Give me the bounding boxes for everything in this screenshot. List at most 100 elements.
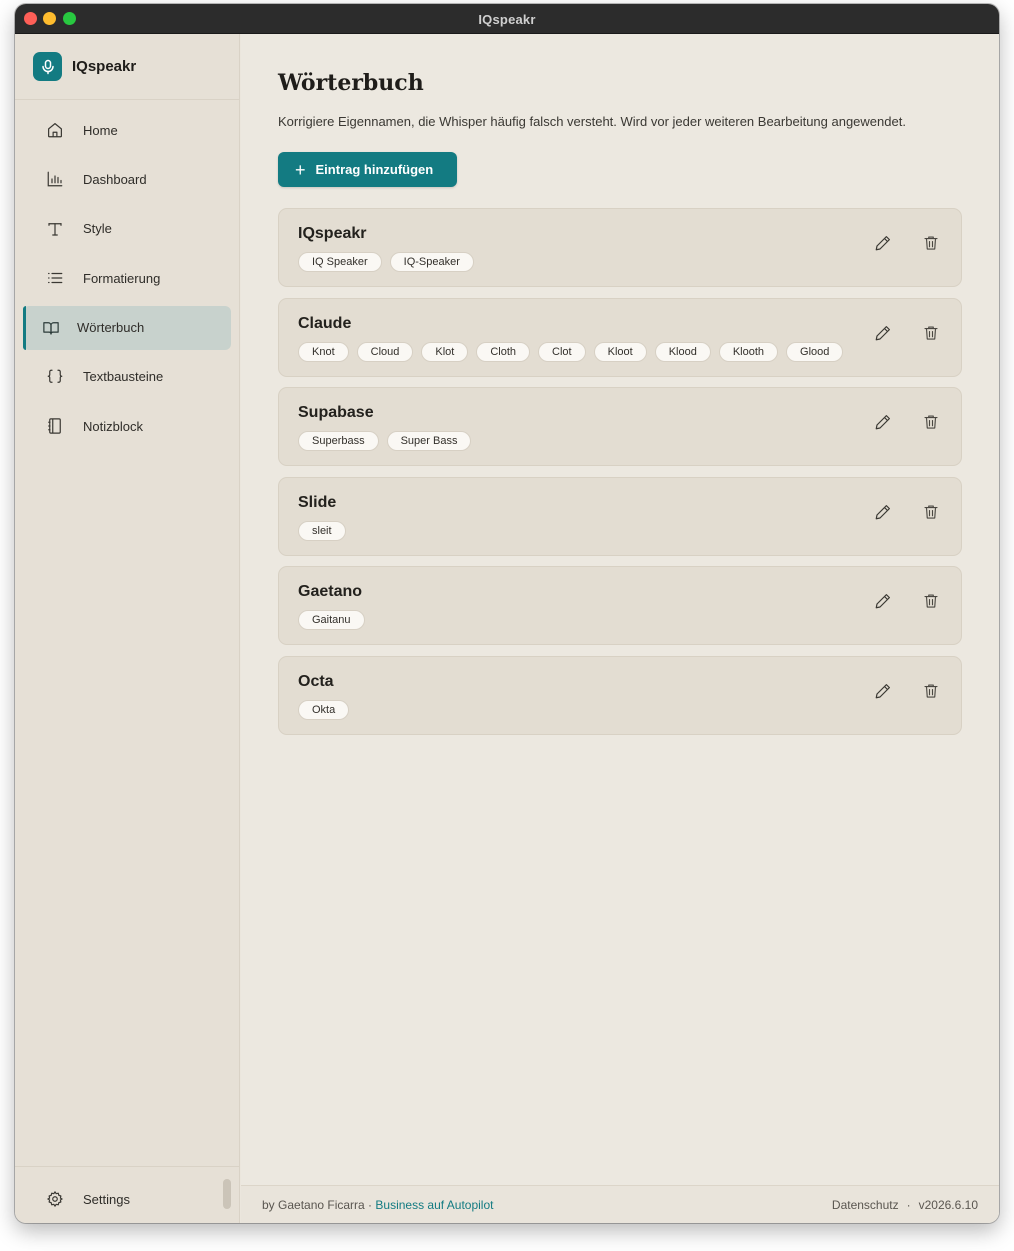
add-entry-label: Eintrag hinzufügen	[315, 162, 434, 177]
page-title: Wörterbuch	[278, 70, 424, 96]
window-title: IQspeakr	[478, 12, 536, 27]
settings-button[interactable]: Settings	[45, 1189, 130, 1209]
app-window: IQspeakr IQspeakr Home Dashboard Style Form…	[15, 4, 999, 1223]
sidebar-item-label: Notizblock	[83, 418, 143, 434]
sidebar-item-label: Formatierung	[83, 270, 161, 286]
page-description: Korrigiere Eigennamen, die Whisper häufi…	[278, 114, 906, 129]
home-icon	[45, 120, 65, 140]
sidebar-item-notizblock[interactable]: Notizblock	[23, 404, 231, 448]
brand-name: IQspeakr	[72, 58, 137, 75]
entry-actions	[873, 323, 941, 343]
sidebar-item-label: Dashboard	[83, 171, 147, 187]
trash-icon[interactable]	[921, 323, 941, 343]
trash-icon[interactable]	[921, 681, 941, 701]
entry-term: Supabase	[298, 404, 374, 421]
entry-actions	[873, 591, 941, 611]
footer-link[interactable]: Business auf Autopilot	[375, 1198, 493, 1212]
variant-chip: Klot	[421, 341, 469, 362]
footer-credits: by Gaetano Ficarra · Business auf Autopi…	[262, 1198, 493, 1212]
pencil-icon[interactable]	[873, 591, 893, 611]
entry-variants: Superbass Super Bass	[298, 431, 472, 451]
variant-chip: IQ Speaker	[298, 252, 382, 272]
entry-term: Octa	[298, 672, 334, 690]
trash-icon[interactable]	[921, 233, 941, 253]
book-icon	[41, 318, 61, 338]
variant-chip: sleit	[298, 520, 346, 541]
sidebar-item-w-rterbuch[interactable]: Wörterbuch	[23, 305, 231, 350]
dictionary-list: IQspeakr IQ Speaker IQ-Speaker Claude Knot Cl…	[278, 208, 962, 745]
plus-icon: +	[295, 159, 306, 180]
entry-actions	[873, 502, 941, 522]
brand-header: IQspeakr	[15, 34, 239, 100]
notebook-icon	[45, 416, 65, 436]
sidebar-item-label: Style	[83, 221, 112, 237]
variant-chip: Glood	[786, 341, 844, 362]
entry-variants: IQ Speaker IQ-Speaker	[298, 252, 474, 272]
sidebar-item-style[interactable]: Style	[23, 207, 231, 251]
footer-author: by Gaetano Ficarra ·	[262, 1198, 376, 1212]
entry-term: Slide	[298, 493, 337, 511]
dictionary-entry: IQspeakr IQ Speaker IQ-Speaker	[278, 208, 962, 287]
sidebar-item-dashboard[interactable]: Dashboard	[23, 157, 231, 201]
sidebar-item-label: Textbausteine	[83, 369, 164, 385]
braces-icon	[45, 367, 65, 387]
text-style-icon	[45, 219, 65, 239]
variant-chip: Cloth	[476, 341, 531, 362]
pencil-icon[interactable]	[873, 412, 893, 432]
sidebar-scrollbar[interactable]	[223, 1179, 231, 1209]
variant-chip: Superbass	[298, 431, 379, 451]
variant-chip: Super Bass	[386, 431, 472, 451]
sidebar-item-label: Home	[83, 122, 118, 138]
entry-actions	[873, 233, 941, 253]
main-content: Wörterbuch Korrigiere Eigennamen, die Wh…	[241, 34, 999, 1223]
sidebar: IQspeakr Home Dashboard Style Formatierung W…	[15, 34, 240, 1223]
dictionary-entry: Claude Knot Cloud Klot Cloth Clot Kloot Klood Kl…	[278, 297, 962, 377]
pencil-icon[interactable]	[873, 323, 893, 343]
entry-term: IQspeakr	[298, 225, 367, 242]
variant-chip: Gaitanu	[298, 610, 365, 630]
variant-chip: Klooth	[718, 341, 779, 362]
entry-variants: sleit	[298, 520, 346, 541]
sidebar-item-label: Wörterbuch	[77, 320, 145, 336]
add-entry-button[interactable]: + Eintrag hinzufügen	[278, 152, 457, 187]
sidebar-nav: Home Dashboard Style Formatierung Wörterbuch…	[15, 108, 239, 454]
trash-icon[interactable]	[921, 591, 941, 611]
sidebar-item-formatierung[interactable]: Formatierung	[23, 256, 231, 300]
pencil-icon[interactable]	[873, 233, 893, 253]
entry-term: Claude	[298, 314, 352, 332]
settings-label: Settings	[83, 1191, 130, 1207]
dictionary-entry: Gaetano Gaitanu	[278, 566, 962, 645]
entry-actions	[873, 681, 941, 701]
entry-actions	[873, 412, 941, 432]
pencil-icon[interactable]	[873, 681, 893, 701]
sidebar-footer: Settings	[15, 1166, 239, 1223]
variant-chip: Cloud	[356, 341, 414, 362]
footer-meta: Datenschutz · v2026.6.10	[832, 1198, 978, 1212]
trash-icon[interactable]	[921, 412, 941, 432]
trash-icon[interactable]	[921, 502, 941, 522]
entry-variants: Okta	[298, 699, 350, 720]
microphone-icon	[33, 52, 62, 81]
footer: by Gaetano Ficarra · Business auf Autopi…	[241, 1185, 999, 1223]
entry-variants: Gaitanu	[298, 610, 365, 630]
variant-chip: Klood	[654, 341, 711, 362]
dictionary-entry: Octa Okta	[278, 655, 962, 735]
version-label: v2026.6.10	[918, 1198, 978, 1212]
dictionary-entry: Slide sleit	[278, 476, 962, 556]
privacy-link[interactable]: Datenschutz	[832, 1198, 899, 1212]
gear-icon	[45, 1189, 65, 1209]
title-bar: IQspeakr	[15, 4, 999, 34]
pencil-icon[interactable]	[873, 502, 893, 522]
sidebar-item-textbausteine[interactable]: Textbausteine	[23, 355, 231, 399]
entry-term: Gaetano	[298, 583, 363, 600]
variant-chip: Kloot	[593, 341, 647, 362]
variant-chip: Knot	[298, 341, 349, 362]
list-icon	[45, 268, 65, 288]
variant-chip: IQ-Speaker	[389, 252, 474, 272]
dictionary-entry: Supabase Superbass Super Bass	[278, 387, 962, 466]
entry-variants: Knot Cloud Klot Cloth Clot Kloot Klood Klooth Gl…	[298, 341, 844, 362]
variant-chip: Clot	[538, 341, 586, 362]
variant-chip: Okta	[298, 699, 350, 720]
bar-chart-icon	[45, 169, 65, 189]
sidebar-item-home[interactable]: Home	[23, 108, 231, 152]
